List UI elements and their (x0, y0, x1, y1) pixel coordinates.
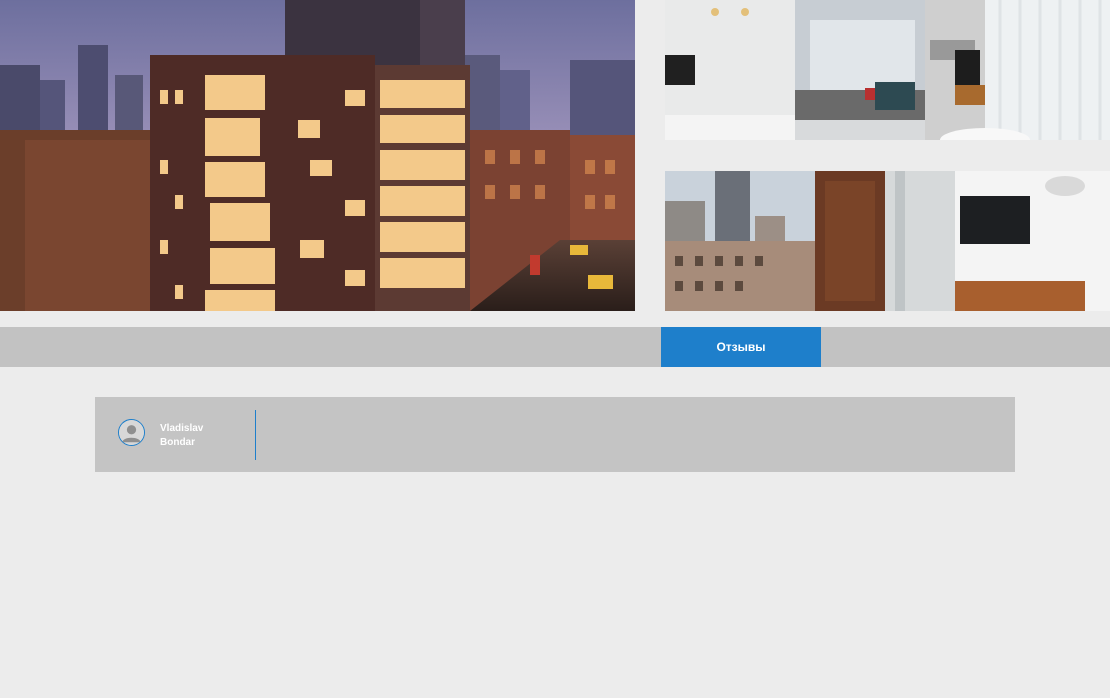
city-view-photo[interactable] (665, 171, 1110, 311)
user-avatar-icon (119, 420, 144, 445)
hotel-building-image (0, 0, 635, 311)
author-first-name: Vladislav (160, 423, 204, 434)
review-author-name: Vladislav Bondar (160, 422, 240, 450)
room-interior-photo[interactable] (665, 0, 1110, 140)
hotel-room-image (665, 0, 1110, 140)
tab-reviews[interactable]: Отзывы (661, 327, 821, 367)
author-last-name: Bondar (160, 437, 195, 448)
review-divider (255, 410, 256, 460)
tab-bar: Отзывы (0, 327, 1110, 367)
review-card: Vladislav Bondar (95, 397, 1015, 472)
balcony-view-image (665, 171, 1110, 311)
avatar (118, 419, 145, 446)
main-hotel-photo[interactable] (0, 0, 635, 311)
page: Отзывы Vladislav Bondar (0, 0, 1110, 698)
photo-gallery (0, 0, 1110, 311)
